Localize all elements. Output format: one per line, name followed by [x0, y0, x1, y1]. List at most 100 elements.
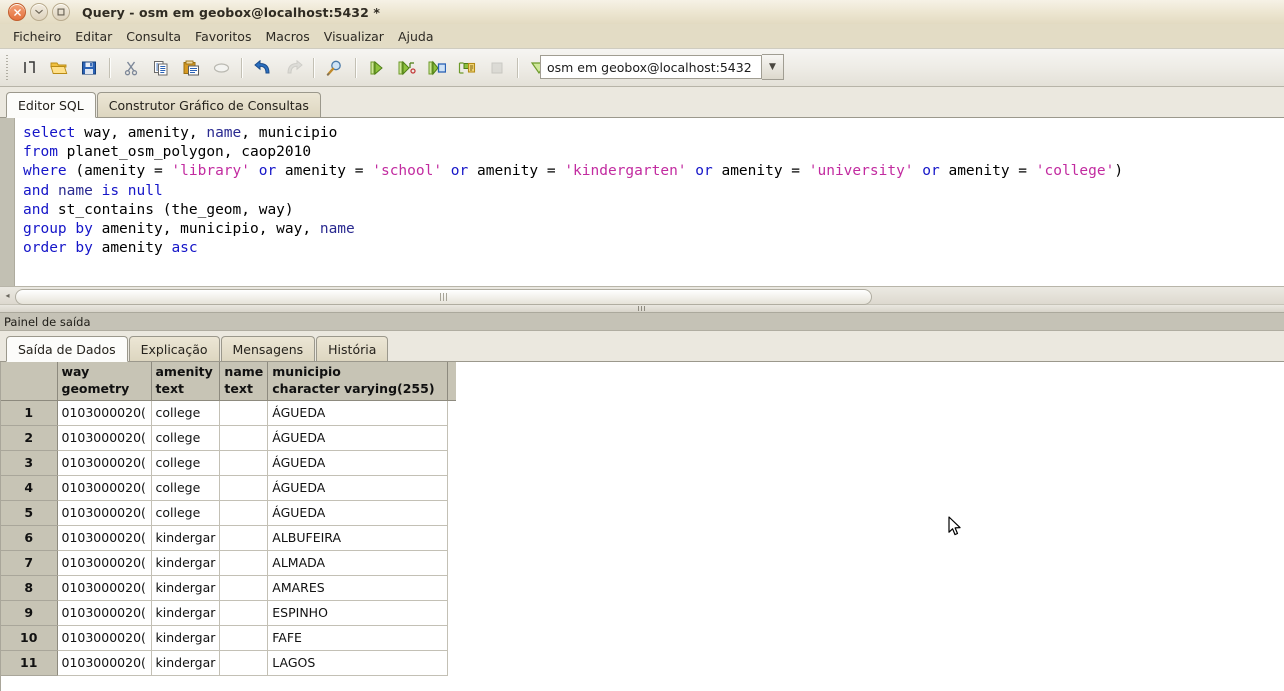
cell-way[interactable]: 0103000020( — [57, 650, 152, 676]
paste-icon[interactable] — [177, 54, 205, 82]
find-replace-icon[interactable] — [321, 54, 349, 82]
cell-way[interactable]: 0103000020( — [57, 575, 152, 601]
sql-editor[interactable]: select way, amenity, name, municipio fro… — [0, 118, 1284, 287]
row-number[interactable]: 5 — [1, 500, 58, 526]
menu-favoritos[interactable]: Favoritos — [188, 27, 258, 46]
scrollbar-track[interactable] — [15, 288, 1284, 305]
cell-municipio[interactable]: ÁGUEDA — [267, 425, 449, 451]
cell-way[interactable]: 0103000020( — [57, 550, 152, 576]
cell-name[interactable] — [219, 650, 269, 676]
cell-amenity[interactable]: college — [151, 450, 221, 476]
cell-amenity[interactable]: kindergar — [151, 650, 221, 676]
row-number[interactable]: 9 — [1, 600, 58, 626]
cell-amenity[interactable]: college — [151, 475, 221, 501]
table-row[interactable]: 8 0103000020(kindergar AMARES — [1, 575, 457, 601]
row-number[interactable]: 11 — [1, 650, 58, 676]
table-row[interactable]: 3 0103000020(college ÁGUEDA — [1, 450, 457, 476]
cell-name[interactable] — [219, 550, 269, 576]
cell-name[interactable] — [219, 425, 269, 451]
table-row[interactable]: 5 0103000020(college ÁGUEDA — [1, 500, 457, 526]
cell-amenity[interactable]: kindergar — [151, 625, 221, 651]
copy-icon[interactable] — [147, 54, 175, 82]
cell-amenity[interactable]: college — [151, 425, 221, 451]
table-row[interactable]: 1 0103000020(college ÁGUEDA — [1, 400, 457, 426]
open-file-icon[interactable] — [45, 54, 73, 82]
scrollbar-thumb[interactable] — [15, 289, 872, 305]
connection-selector[interactable]: osm em geobox@localhost:5432 ▼ — [540, 54, 784, 80]
table-row[interactable]: 6 0103000020(kindergar ALBUFEIRA — [1, 525, 457, 551]
scroll-left-arrow-icon[interactable]: ◂ — [0, 288, 15, 303]
cell-amenity[interactable]: kindergar — [151, 550, 221, 576]
row-number[interactable]: 3 — [1, 450, 58, 476]
chevron-down-icon[interactable]: ▼ — [762, 54, 784, 80]
cell-municipio[interactable]: LAGOS — [267, 650, 449, 676]
cell-amenity[interactable]: college — [151, 500, 221, 526]
cell-name[interactable] — [219, 625, 269, 651]
cell-way[interactable]: 0103000020( — [57, 625, 152, 651]
new-query-icon[interactable] — [15, 54, 43, 82]
cell-amenity[interactable]: kindergar — [151, 525, 221, 551]
menu-ajuda[interactable]: Ajuda — [391, 27, 441, 46]
cell-name[interactable] — [219, 400, 269, 426]
table-row[interactable]: 10 0103000020(kindergar FAFE — [1, 625, 457, 651]
tab-historia[interactable]: História — [316, 336, 389, 361]
cell-municipio[interactable]: ÁGUEDA — [267, 450, 449, 476]
data-output-grid-container[interactable]: way geometry amenity text name text municipio c… — [0, 362, 1284, 691]
menu-editar[interactable]: Editar — [68, 27, 119, 46]
row-number[interactable]: 10 — [1, 625, 58, 651]
menu-ficheiro[interactable]: Ficheiro — [6, 27, 68, 46]
cell-municipio[interactable]: ALBUFEIRA — [267, 525, 449, 551]
editor-horizontal-scrollbar[interactable]: ◂ — [0, 287, 1284, 305]
sql-code-text[interactable]: select way, amenity, name, municipio fro… — [15, 118, 1284, 286]
table-row[interactable]: 11 0103000020(kindergar LAGOS — [1, 650, 457, 676]
clear-window-icon[interactable] — [207, 54, 235, 82]
row-number[interactable]: 1 — [1, 400, 58, 426]
panel-splitter[interactable] — [0, 304, 1284, 313]
table-row[interactable]: 7 0103000020(kindergar ALMADA — [1, 550, 457, 576]
cell-amenity[interactable]: college — [151, 400, 221, 426]
row-number[interactable]: 6 — [1, 525, 58, 551]
row-number[interactable]: 7 — [1, 550, 58, 576]
cell-way[interactable]: 0103000020( — [57, 400, 152, 426]
cell-way[interactable]: 0103000020( — [57, 425, 152, 451]
tab-construtor-grafico[interactable]: Construtor Gráfico de Consultas — [96, 92, 321, 117]
connection-value[interactable]: osm em geobox@localhost:5432 — [540, 55, 762, 79]
grid-column-header-name[interactable]: name text — [219, 362, 269, 401]
cell-name[interactable] — [219, 525, 269, 551]
cell-way[interactable]: 0103000020( — [57, 450, 152, 476]
execute-to-file-icon[interactable] — [393, 54, 421, 82]
table-row[interactable]: 2 0103000020(college ÁGUEDA — [1, 425, 457, 451]
grid-corner-header[interactable] — [1, 362, 58, 401]
cell-name[interactable] — [219, 500, 269, 526]
explain-analyze-icon[interactable] — [453, 54, 481, 82]
cell-municipio[interactable]: ALMADA — [267, 550, 449, 576]
cell-way[interactable]: 0103000020( — [57, 600, 152, 626]
cell-way[interactable]: 0103000020( — [57, 475, 152, 501]
cell-municipio[interactable]: FAFE — [267, 625, 449, 651]
tab-saida-de-dados[interactable]: Saída de Dados — [6, 336, 128, 362]
row-number[interactable]: 2 — [1, 425, 58, 451]
minimize-window-button[interactable] — [30, 3, 48, 21]
cell-name[interactable] — [219, 450, 269, 476]
tab-editor-sql[interactable]: Editor SQL — [6, 92, 96, 118]
cell-name[interactable] — [219, 600, 269, 626]
grid-column-header-municipio[interactable]: municipio character varying(255) — [267, 362, 449, 401]
cell-municipio[interactable]: ÁGUEDA — [267, 475, 449, 501]
cell-name[interactable] — [219, 475, 269, 501]
row-number[interactable]: 8 — [1, 575, 58, 601]
save-icon[interactable] — [75, 54, 103, 82]
table-row[interactable]: 9 0103000020(kindergar ESPINHO — [1, 600, 457, 626]
cell-municipio[interactable]: ESPINHO — [267, 600, 449, 626]
menu-visualizar[interactable]: Visualizar — [317, 27, 391, 46]
row-number[interactable]: 4 — [1, 475, 58, 501]
toolbar-drag-grip[interactable] — [2, 54, 11, 81]
cell-way[interactable]: 0103000020( — [57, 525, 152, 551]
undo-icon[interactable] — [249, 54, 277, 82]
cell-way[interactable]: 0103000020( — [57, 500, 152, 526]
close-window-button[interactable] — [8, 3, 26, 21]
cell-municipio[interactable]: AMARES — [267, 575, 449, 601]
menu-consulta[interactable]: Consulta — [119, 27, 188, 46]
tab-mensagens[interactable]: Mensagens — [220, 336, 316, 361]
cell-municipio[interactable]: ÁGUEDA — [267, 400, 449, 426]
cut-icon[interactable] — [117, 54, 145, 82]
